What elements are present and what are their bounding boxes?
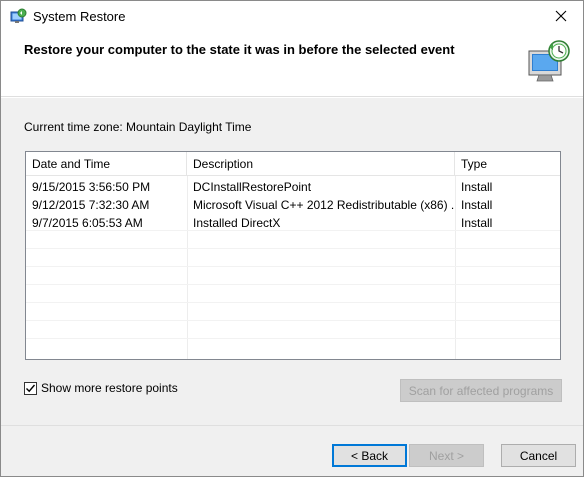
checkmark-icon [26, 384, 36, 392]
grid-line [26, 302, 560, 303]
sort-arrow-icon: ﹀ [104, 151, 114, 157]
grid-line [26, 338, 560, 339]
dialog-header: Restore your computer to the state it wa… [1, 32, 583, 97]
back-button[interactable]: < Back [332, 444, 407, 467]
page-heading: Restore your computer to the state it wa… [24, 42, 455, 57]
show-more-restore-points-checkbox[interactable]: Show more restore points [24, 381, 178, 395]
grid-line [26, 320, 560, 321]
restore-computer-graphic [525, 37, 573, 85]
cell-date: 9/7/2015 6:05:53 AM [32, 216, 143, 230]
window-title: System Restore [33, 9, 126, 24]
title-bar[interactable]: System Restore [1, 1, 583, 32]
system-restore-window: System Restore Restore your computer to … [0, 0, 584, 477]
close-icon [555, 10, 567, 22]
grid-line [26, 266, 560, 267]
scan-for-affected-programs-button[interactable]: Scan for affected programs [400, 379, 562, 402]
table-row[interactable]: 9/15/2015 3:56:50 PM DCInstallRestorePoi… [26, 178, 560, 196]
table-row[interactable]: 9/12/2015 7:32:30 AM Microsoft Visual C+… [26, 196, 560, 214]
grid-line [26, 284, 560, 285]
column-date-and-time[interactable]: ﹀ Date and Time [26, 152, 187, 176]
column-label: Description [193, 157, 254, 171]
column-label: Type [461, 157, 488, 171]
timezone-label: Current time zone: Mountain Daylight Tim… [24, 120, 252, 134]
dialog-body: Current time zone: Mountain Daylight Tim… [1, 98, 583, 425]
next-button[interactable]: Next > [409, 444, 484, 467]
column-description[interactable]: Description [187, 152, 455, 176]
cell-description: Microsoft Visual C++ 2012 Redistributabl… [193, 198, 455, 212]
cell-type: Install [461, 180, 493, 194]
list-header: ﹀ Date and Time Description Type [26, 152, 560, 176]
system-restore-icon [9, 8, 27, 26]
checkbox-label: Show more restore points [41, 381, 178, 395]
grid-line [26, 248, 560, 249]
close-button[interactable] [539, 1, 583, 31]
cancel-button[interactable]: Cancel [501, 444, 576, 467]
cell-date: 9/12/2015 7:32:30 AM [32, 198, 150, 212]
dialog-footer: < Back Next > Cancel [1, 425, 583, 476]
restore-points-list[interactable]: ﹀ Date and Time Description Type 9/15/20… [25, 151, 561, 360]
table-row[interactable]: 9/7/2015 6:05:53 AM Installed DirectX In… [26, 214, 560, 232]
column-label: Date and Time [32, 157, 111, 171]
cell-date: 9/15/2015 3:56:50 PM [32, 180, 151, 194]
column-type[interactable]: Type [455, 152, 560, 176]
cell-description: Installed DirectX [193, 216, 281, 230]
cell-type: Install [461, 216, 493, 230]
cell-type: Install [461, 198, 493, 212]
cell-description: DCInstallRestorePoint [193, 180, 312, 194]
checkbox-box[interactable] [24, 381, 37, 395]
